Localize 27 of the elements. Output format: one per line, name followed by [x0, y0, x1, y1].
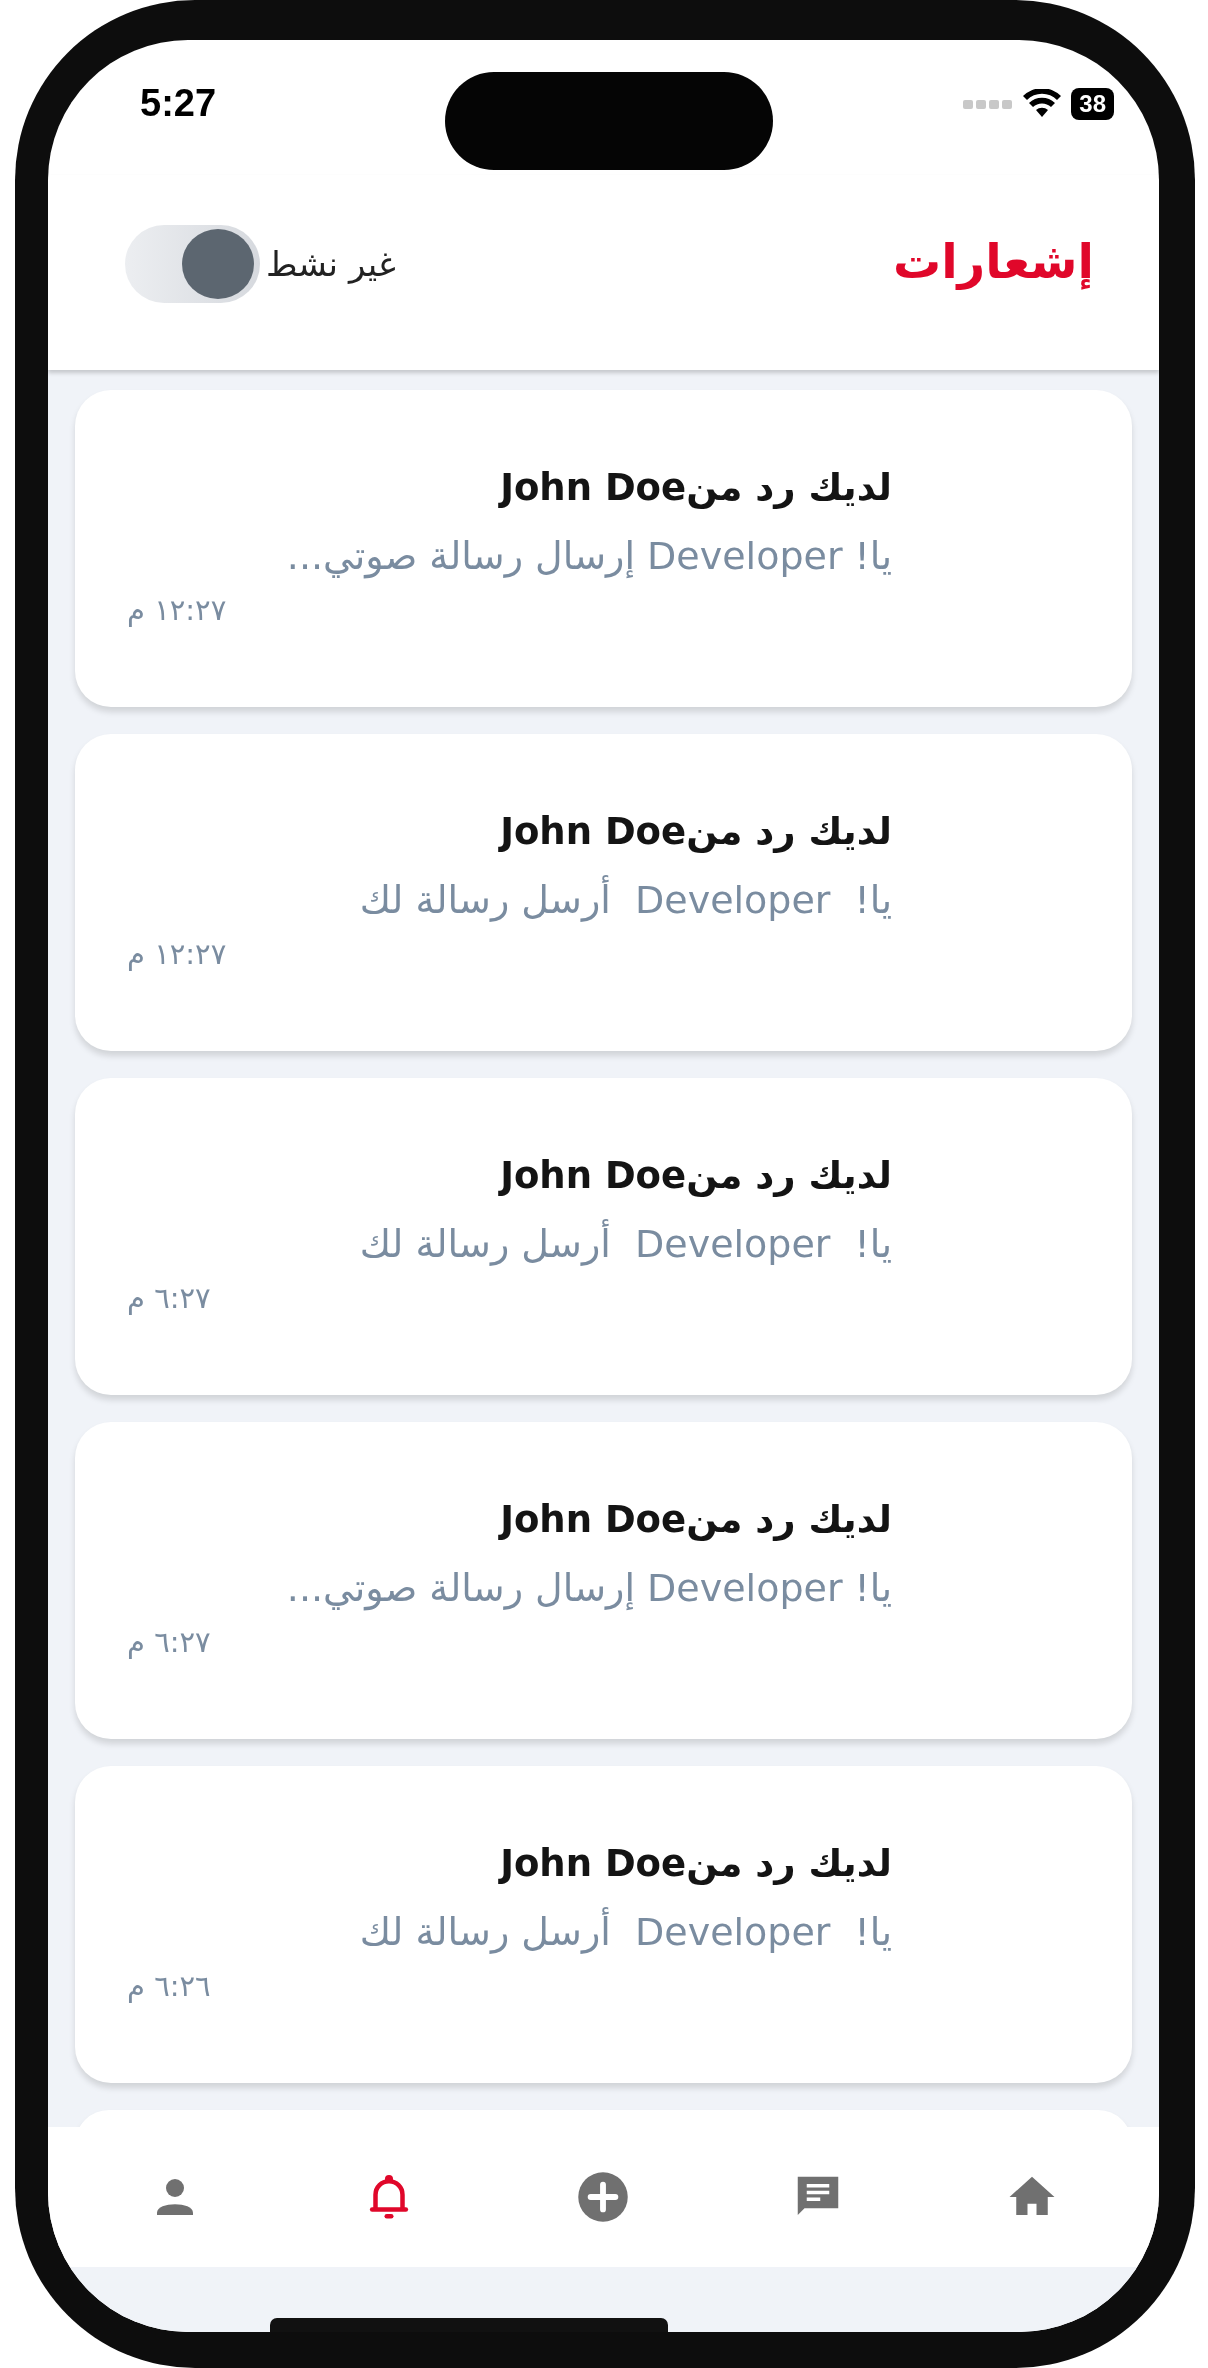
battery-level: 38	[1071, 87, 1114, 120]
notification-title: لديك رد منJohn Doe	[500, 809, 892, 855]
signal-icon	[963, 97, 1014, 110]
notification-title: لديك رد منJohn Doe	[500, 1153, 892, 1199]
toggle-label: غير نشط	[266, 244, 396, 284]
notification-title: لديك رد منJohn Doe	[500, 1841, 892, 1887]
page-title: إشعارات	[892, 233, 1094, 289]
notification-time: ٦:٢٦ م	[127, 1968, 211, 2005]
notification-title: لديك رد منJohn Doe	[500, 1497, 892, 1543]
plus-circle-icon[interactable]	[576, 2170, 631, 2224]
notification-card[interactable]: لديك رد منJohn Doe يا! Developer أرسل رسالة لك ٦:٢٧ م	[75, 1078, 1132, 1395]
notification-card[interactable]: لديك رد منJohn Doe يا! Developer إرسال رسالة صوتي... ٦:٢٧ م	[75, 1422, 1132, 1739]
notification-message: يا! Developer أرسل رسالة لك	[359, 872, 892, 928]
notification-message: يا! Developer أرسل رسالة لك	[359, 1216, 892, 1272]
wifi-icon	[1023, 88, 1062, 119]
notification-card[interactable]: لديك رد منJohn Doe يا! Developer أرسل رسالة لك ١٢:٢٧ م	[75, 734, 1132, 1051]
notification-card[interactable]: لديك رد منJohn Doe يا! Developer إرسال رسالة صوتي... ١٢:٢٧ م	[75, 390, 1132, 707]
notification-time: ١٢:٢٧ م	[127, 592, 227, 629]
notification-title: لديك رد منJohn Doe	[500, 465, 892, 511]
notification-time: ٦:٢٧ م	[127, 1280, 211, 1317]
notification-message: يا! Developer إرسال رسالة صوتي...	[286, 533, 892, 581]
notification-time: ٦:٢٧ م	[127, 1624, 211, 1661]
notification-message: يا! Developer إرسال رسالة صوتي...	[286, 1565, 892, 1613]
notification-card[interactable]: لديك رد منJohn Doe يا! Developer أرسل رسالة لك ٦:٢٦ م	[75, 1766, 1132, 2083]
notification-time: ١٢:٢٧ م	[127, 936, 227, 973]
status-time: 5:27	[140, 82, 217, 125]
notification-message: يا! Developer أرسل رسالة لك	[359, 1904, 892, 1960]
